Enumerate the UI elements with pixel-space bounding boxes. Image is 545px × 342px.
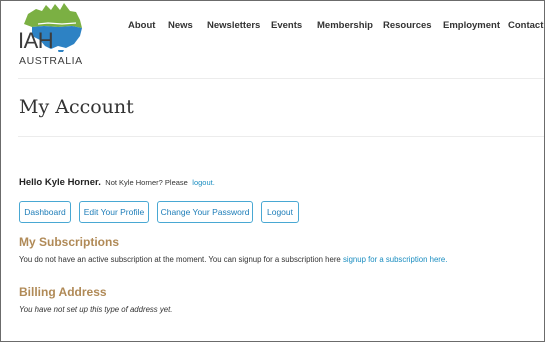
- logo-name: IAH: [18, 28, 54, 53]
- greeting-logout-link[interactable]: logout.: [192, 178, 215, 187]
- nav-item-contact[interactable]: Contact: [508, 19, 543, 33]
- nav-item-news[interactable]: News: [168, 19, 193, 33]
- nav-item-employment[interactable]: Employment: [443, 19, 500, 33]
- nav-item-events[interactable]: Events: [271, 19, 302, 33]
- signup-subscription-link[interactable]: signup for a subscription here.: [343, 255, 447, 264]
- browser-frame: IAH AUSTRALIA About News Newsletters Eve…: [0, 0, 545, 342]
- billing-text: You have not set up this type of address…: [19, 305, 173, 314]
- nav-item-newsletters[interactable]: Newsletters: [207, 19, 260, 33]
- dashboard-button[interactable]: Dashboard: [19, 201, 71, 223]
- billing-heading: Billing Address: [19, 285, 107, 299]
- change-password-button[interactable]: Change Your Password: [157, 201, 253, 223]
- nav-item-about[interactable]: About: [128, 19, 155, 33]
- logout-button[interactable]: Logout: [261, 201, 299, 223]
- greeting-hello: Hello Kyle Horner.: [19, 177, 101, 188]
- subscriptions-heading: My Subscriptions: [19, 235, 120, 249]
- greeting-not-user: Not Kyle Horner? Please: [105, 178, 188, 187]
- header-divider: [18, 78, 544, 79]
- subscriptions-message: You do not have an active subscription a…: [19, 255, 341, 264]
- iah-australia-logo[interactable]: IAH AUSTRALIA: [18, 2, 88, 68]
- edit-profile-button[interactable]: Edit Your Profile: [79, 201, 149, 223]
- main-nav: About News Newsletters Events Membership…: [1, 19, 544, 33]
- site-header: IAH AUSTRALIA About News Newsletters Eve…: [1, 1, 544, 76]
- logo-subname: AUSTRALIA: [19, 55, 83, 67]
- nav-item-resources[interactable]: Resources: [383, 19, 432, 33]
- nav-item-membership[interactable]: Membership: [317, 19, 373, 33]
- greeting: Hello Kyle Horner. Not Kyle Horner? Plea…: [19, 174, 215, 190]
- page-title: My Account: [19, 96, 134, 118]
- subscriptions-text: You do not have an active subscription a…: [19, 254, 447, 265]
- title-divider: [18, 136, 544, 137]
